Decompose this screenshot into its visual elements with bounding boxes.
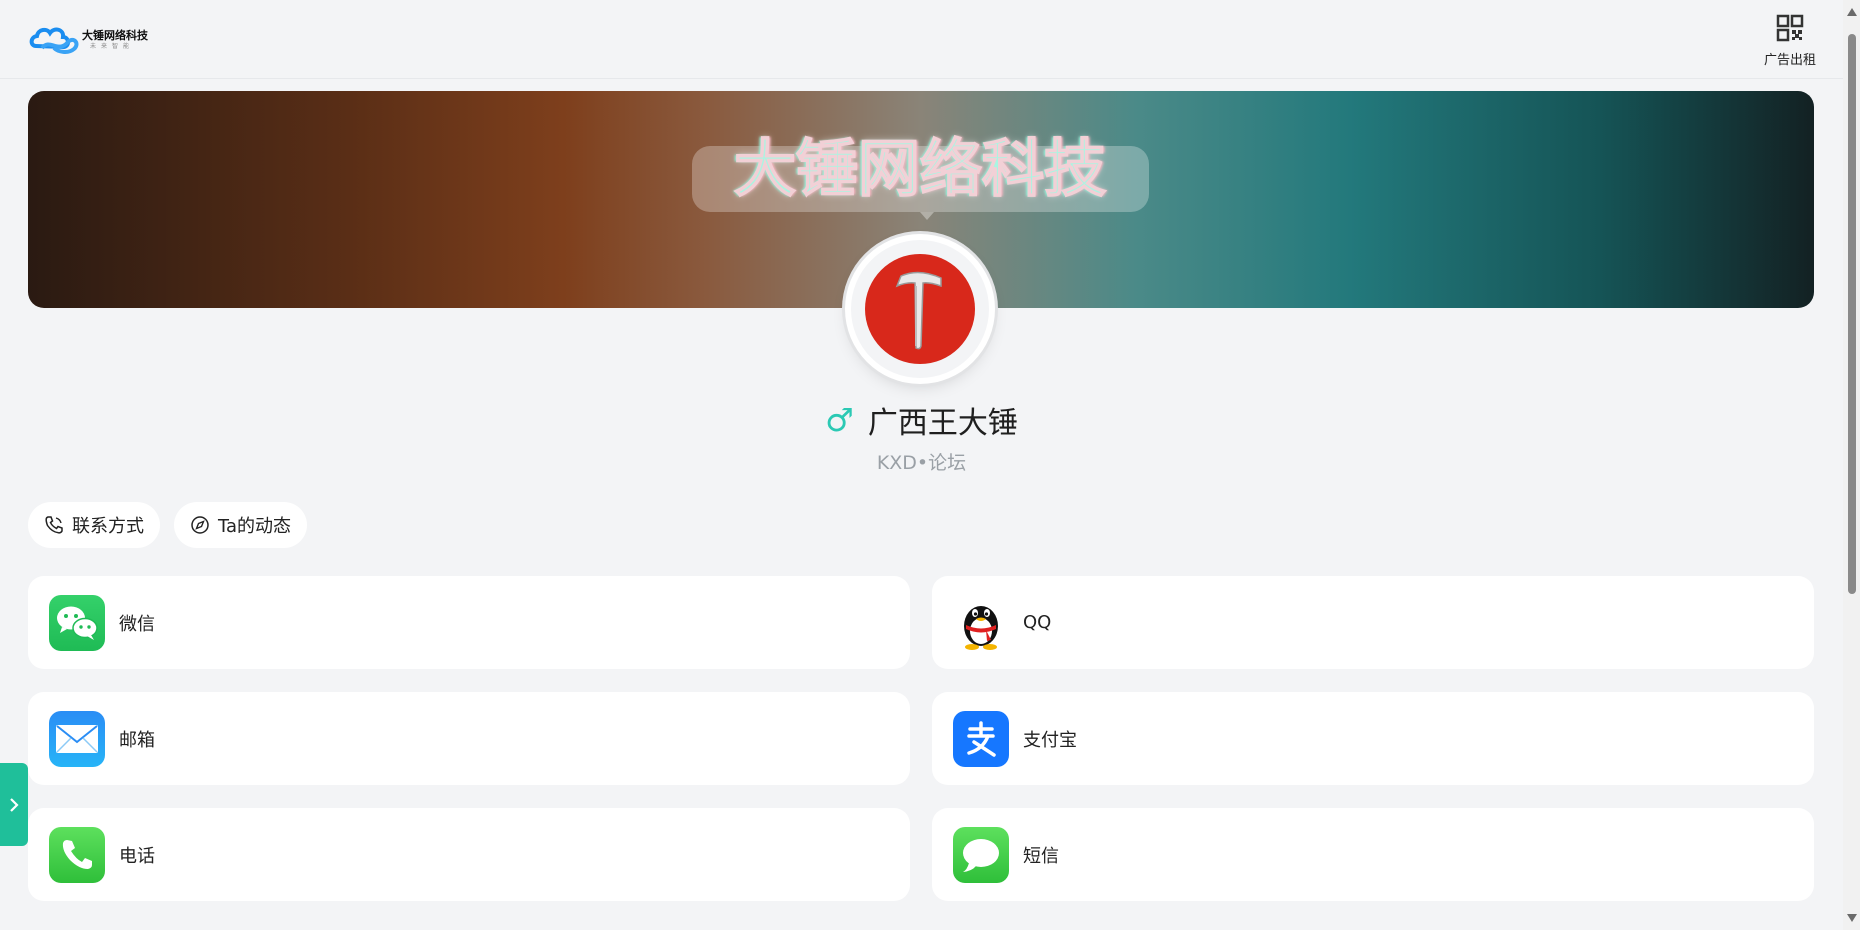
qr-code-icon [1776, 14, 1804, 42]
contact-card-sms[interactable]: 短信 [932, 808, 1814, 901]
hammer-logo-icon [865, 254, 975, 364]
site-logo[interactable]: 大锤网络科技 未来智能 [28, 22, 148, 58]
scroll-thumb[interactable] [1848, 34, 1856, 594]
tab-contact-label: 联系方式 [72, 516, 144, 537]
contact-label-alipay: 支付宝 [1023, 729, 1077, 751]
profile-tabs: 联系方式 Ta的动态 [28, 502, 308, 548]
scroll-down-arrow-icon[interactable] [1847, 914, 1857, 922]
sms-icon [953, 826, 1009, 883]
side-panel-toggle[interactable] [0, 763, 28, 846]
compass-icon [191, 516, 209, 534]
contact-card-mail[interactable]: 邮箱 [28, 692, 910, 785]
profile-name: 广西王大锤 [867, 406, 1018, 441]
contact-card-qq[interactable]: QQ [932, 576, 1814, 669]
logo-title: 大锤网络科技 [82, 29, 148, 42]
profile-name-row: ♂ 广西王大锤 [0, 398, 1843, 442]
contact-label-qq: QQ [1023, 612, 1052, 633]
profile-subtitle: KXD•论坛 [876, 452, 967, 474]
tab-contact[interactable]: 联系方式 [28, 502, 160, 548]
ad-rent-label: 广告出租 [1763, 53, 1816, 68]
contact-card-wechat[interactable]: 微信 [28, 576, 910, 669]
tab-activity[interactable]: Ta的动态 [174, 502, 308, 548]
bubble-tip [920, 212, 934, 220]
tab-activity-label: Ta的动态 [218, 516, 292, 537]
mail-icon [49, 710, 105, 767]
phone-icon [45, 516, 63, 534]
contact-card-phone[interactable]: 电话 [28, 808, 910, 901]
cloud-logo-icon [29, 27, 79, 54]
avatar[interactable] [851, 240, 989, 378]
wechat-icon [49, 594, 105, 651]
qq-icon [953, 595, 1009, 651]
contact-card-alipay[interactable]: 支付宝 [932, 692, 1814, 785]
logo-subtitle: 未来智能 [90, 43, 135, 50]
contact-label-sms: 短信 [1023, 845, 1059, 867]
chevron-right-icon [10, 797, 19, 812]
contact-label-phone: 电话 [119, 845, 155, 867]
phone-icon [49, 826, 105, 883]
contact-label-mail: 邮箱 [119, 729, 155, 751]
ad-rent-button[interactable]: 广告出租 [1764, 14, 1816, 68]
top-bar: 大锤网络科技 未来智能 广告出租 [0, 0, 1843, 79]
alipay-icon [953, 710, 1009, 767]
banner-title: 大锤网络科技 [733, 131, 1107, 206]
contact-label-wechat: 微信 [119, 613, 155, 635]
scroll-up-arrow-icon[interactable] [1847, 8, 1857, 16]
male-gender-icon: ♂ [825, 401, 854, 439]
page-scrollbar[interactable] [1843, 0, 1860, 930]
